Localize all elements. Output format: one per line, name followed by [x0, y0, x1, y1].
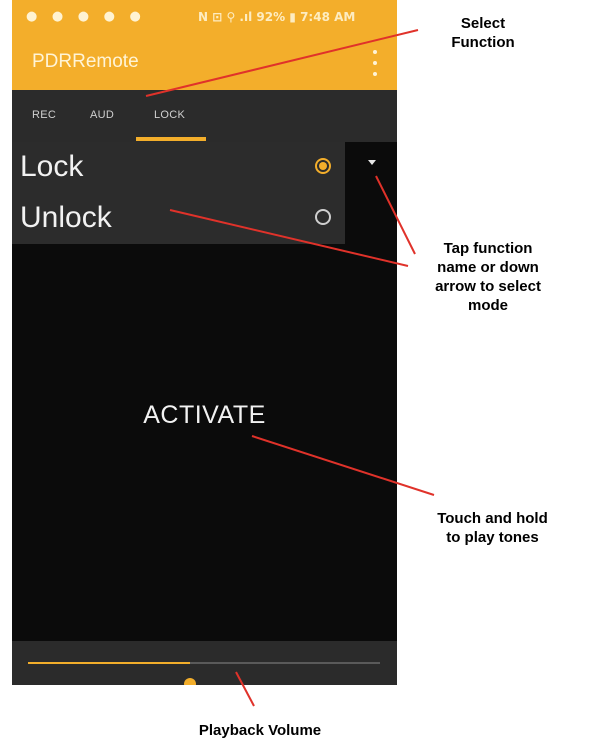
annotation-text: Tap function name or down arrow to selec…	[435, 240, 541, 314]
annotation-playback-volume: Playback Volume	[170, 721, 350, 740]
annotation-text: Playback Volume	[198, 722, 322, 739]
callout-lines	[145, 29, 435, 707]
callout-line-mode-name	[169, 209, 409, 267]
annotation-touch-hold: Touch and hold to play tones	[410, 509, 575, 547]
annotation-tap-function: Tap function name or down arrow to selec…	[408, 239, 568, 315]
annotation-select-function: Select Function	[428, 14, 538, 52]
callout-line-select-function	[145, 29, 419, 97]
callout-line-volume	[235, 671, 255, 707]
annotation-text: Select Function	[451, 15, 515, 51]
callout-line-activate	[251, 435, 435, 496]
annotation-text: Touch and hold to play tones	[437, 510, 548, 546]
